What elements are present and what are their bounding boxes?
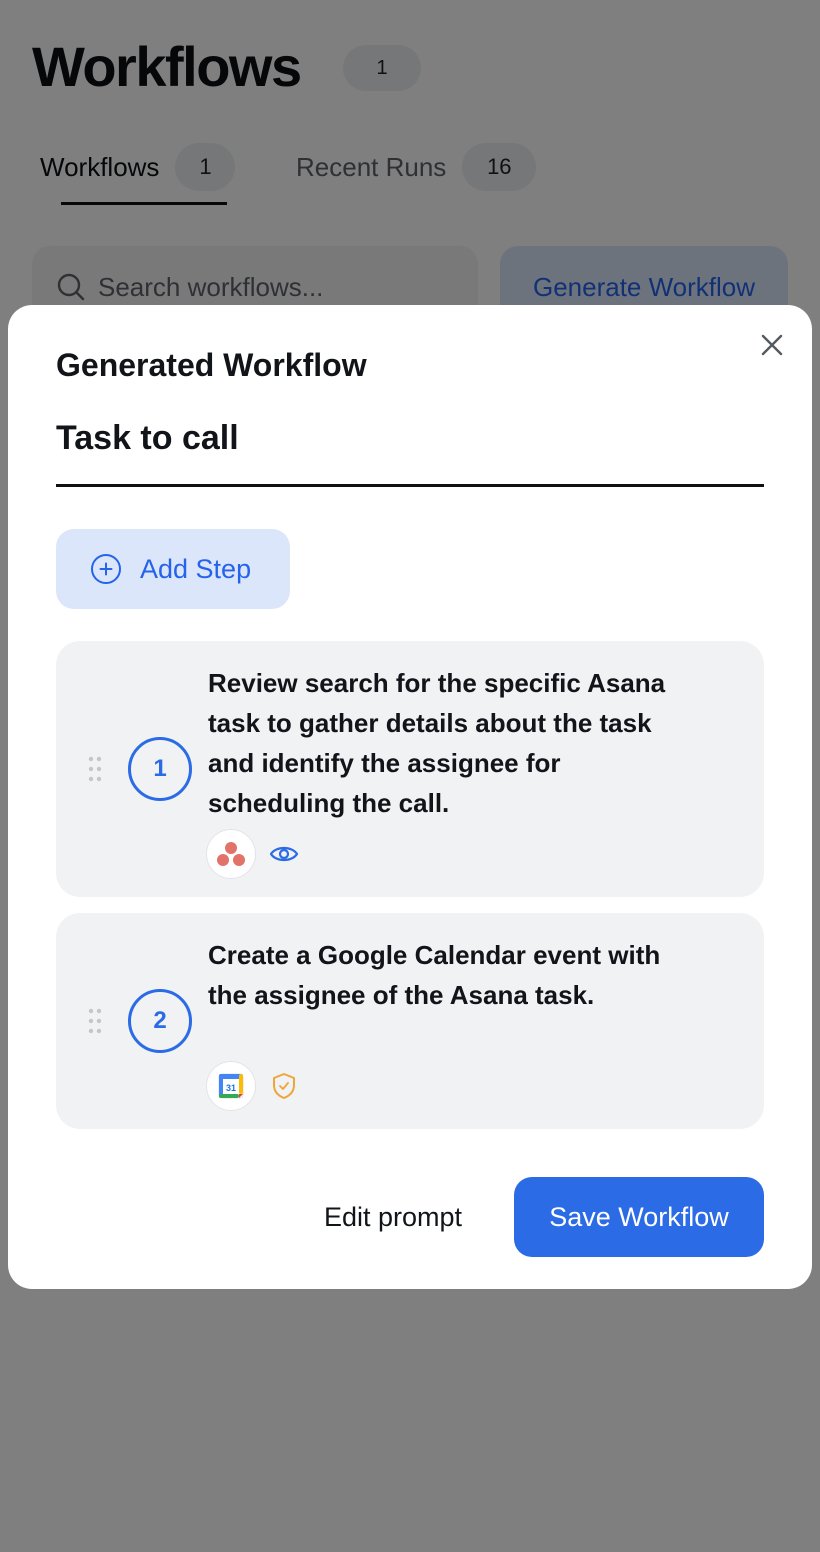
step-description: Review search for the specific Asana tas… xyxy=(208,668,666,818)
view-badge[interactable] xyxy=(268,838,300,870)
workflow-step-1[interactable]: 1 Review search for the specific Asana t… xyxy=(56,641,764,897)
drag-handle-icon[interactable] xyxy=(88,1008,102,1034)
asana-icon xyxy=(217,842,245,866)
edit-prompt-button[interactable]: Edit prompt xyxy=(298,1177,488,1257)
eye-icon xyxy=(269,846,299,862)
step-app-icons xyxy=(206,829,300,879)
generated-workflow-modal: Generated Workflow Add Step 1 Review sea… xyxy=(8,305,812,1289)
plus-circle-icon xyxy=(91,554,121,584)
google-calendar-icon: 31 xyxy=(218,1073,244,1099)
drag-handle-icon[interactable] xyxy=(88,756,102,782)
asana-app-badge xyxy=(206,829,256,879)
shield-check-icon xyxy=(273,1073,295,1099)
permission-badge[interactable] xyxy=(268,1070,300,1102)
save-workflow-button[interactable]: Save Workflow xyxy=(514,1177,764,1257)
step-number: 1 xyxy=(128,737,192,801)
step-number: 2 xyxy=(128,989,192,1053)
step-description: Create a Google Calendar event with the … xyxy=(208,940,661,1010)
step-app-icons: 31 xyxy=(206,1061,300,1111)
add-step-button[interactable]: Add Step xyxy=(56,529,290,609)
workflow-name-input[interactable] xyxy=(56,407,764,487)
google-calendar-app-badge: 31 xyxy=(206,1061,256,1111)
add-step-label: Add Step xyxy=(140,553,252,584)
workflow-step-2[interactable]: 2 Create a Google Calendar event with th… xyxy=(56,913,764,1129)
calendar-date-text: 31 xyxy=(226,1083,236,1093)
close-button[interactable] xyxy=(756,329,788,361)
modal-title: Generated Workflow xyxy=(56,347,367,383)
close-icon xyxy=(761,334,783,356)
